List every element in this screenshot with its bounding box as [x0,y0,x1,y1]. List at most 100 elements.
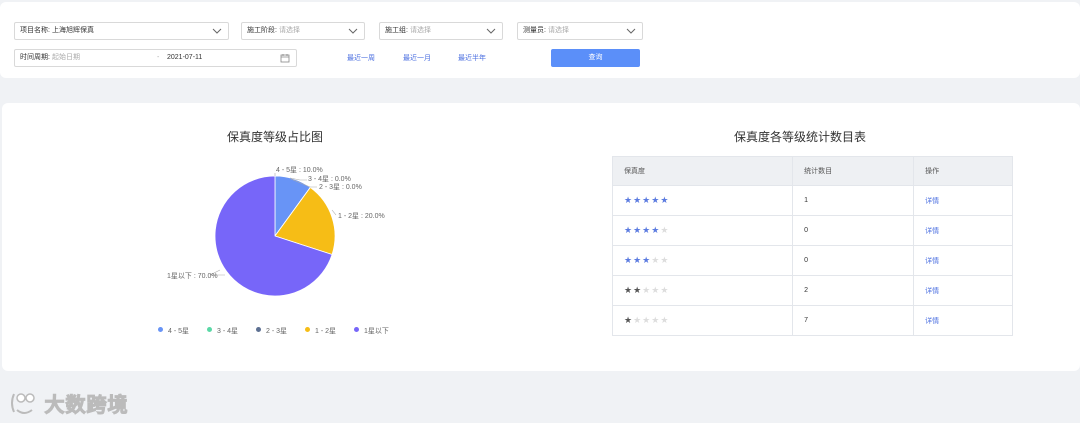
star-rating: ★★★★★ [624,195,669,205]
legend-dot [207,327,212,332]
table-row: ★★★★★ 0 详情 [611,215,1013,246]
detail-link[interactable]: 详情 [925,198,939,205]
pie-label-3-4: 3 - 4星 : 0.0% [308,175,351,183]
period-label: 时间周期: [20,54,50,61]
star-empty-icon: ★ [660,255,670,265]
detail-link[interactable]: 详情 [925,228,939,235]
star-empty-icon: ★ [660,285,670,295]
star-empty-icon: ★ [633,315,643,325]
star-filled-icon: ★ [624,225,634,235]
legend-item-below-1[interactable]: 1星以下 [354,326,389,336]
detail-link[interactable]: 详情 [925,318,939,325]
group-select[interactable]: 施工组: 请选择 [379,22,503,40]
header-fidelity: 保真度 [611,156,794,186]
legend-label: 1 - 2星 [315,328,337,335]
group-label: 施工组: [385,27,408,34]
legend-dot [158,327,163,332]
pie-label-below-1: 1星以下 : 70.0% [167,272,218,280]
count-cell: 0 [792,215,915,246]
table-row: ★★★★★ 1 详情 [611,185,1013,216]
filter-panel: 项目名称: 上海旭辉保真 施工阶段: 请选择 施工组: 请选择 测量员: 请选择 时间周… [0,2,1080,78]
stage-select[interactable]: 施工阶段: 请选择 [241,22,365,40]
date-range-picker[interactable]: 时间周期: 起始日期 - 2021-07-11 [14,49,297,67]
star-empty-icon: ★ [660,315,670,325]
legend-item-3-4[interactable]: 3 - 4星 [207,326,238,336]
table-title: 保真度各等级统计数目表 [733,130,866,144]
pie-leader-line-3 [331,209,337,216]
last-month-link[interactable]: 最近一月 [403,53,431,63]
group-placeholder: 请选择 [409,27,431,34]
legend-item-4-5[interactable]: 4 - 5星 [158,326,189,336]
legend-dot [305,327,310,332]
stage-placeholder: 请选择 [278,27,300,34]
star-filled-icon: ★ [624,255,634,265]
star-empty-icon: ★ [651,315,661,325]
star-filled-icon: ★ [651,225,661,235]
legend-item-1-2[interactable]: 1 - 2星 [305,326,336,336]
header-action: 操作 [913,156,1013,186]
star-filled-icon: ★ [633,225,643,235]
last-week-link[interactable]: 最近一周 [347,53,375,63]
legend-label: 1星以下 [364,328,389,335]
star-filled-icon: ★ [651,195,661,205]
watermark: 大数跨境 [8,388,128,418]
header-count: 统计数目 [792,156,915,186]
project-select[interactable]: 项目名称: 上海旭辉保真 [14,22,229,40]
star-empty-icon: ★ [642,285,652,295]
chevron-down-icon [212,28,222,34]
table-row: ★★★★★ 0 详情 [611,245,1013,276]
project-label: 项目名称: [20,27,50,34]
stage-label: 施工阶段: [247,27,277,34]
star-empty-icon: ★ [651,285,661,295]
pie-chart: 4 - 5星 : 10.0% 3 - 4星 : 0.0% 2 - 3星 : 0.… [167,166,385,297]
star-rating: ★★★★★ [624,315,669,325]
star-filled-icon: ★ [624,195,634,205]
start-date-placeholder: 起始日期 [51,54,80,61]
date-separator: - [157,54,160,61]
star-filled-icon: ★ [624,315,634,325]
surveyor-label: 测量员: [523,27,546,34]
star-filled-icon: ★ [642,195,652,205]
star-rating: ★★★★★ [624,285,669,295]
count-cell: 1 [792,185,915,216]
pie-chart-title: 保真度等级占比图 [226,130,323,144]
watermark-text: 大数跨境 [44,394,129,417]
project-value: 上海旭辉保真 [51,27,94,34]
legend-label: 3 - 4星 [217,328,239,335]
legend-dot [256,327,261,332]
query-button[interactable]: 查询 [551,49,640,67]
table-row: ★★★★★ 2 详情 [611,275,1013,306]
stats-table: 保真度 统计数目 操作 ★★★★★ 1 详情 ★★★★★ 0 详情 ★★★★★ … [611,156,1013,336]
chevron-down-icon [626,28,636,34]
star-empty-icon: ★ [660,225,670,235]
star-empty-icon: ★ [642,315,652,325]
surveyor-select[interactable]: 测量员: 请选择 [517,22,643,40]
calendar-icon[interactable] [280,53,290,63]
count-cell: 7 [792,305,915,336]
legend-label: 2 - 3星 [266,328,288,335]
last-half-year-link[interactable]: 最近半年 [458,53,486,63]
chevron-down-icon [486,28,496,34]
chevron-down-icon [348,28,358,34]
table-header-row: 保真度 统计数目 操作 [611,156,1013,186]
detail-link[interactable]: 详情 [925,288,939,295]
star-rating: ★★★★★ [624,225,669,235]
count-cell: 0 [792,245,915,276]
pie-label-4-5: 4 - 5星 : 10.0% [276,166,323,174]
star-filled-icon: ★ [633,255,643,265]
detail-link[interactable]: 详情 [925,258,939,265]
star-rating: ★★★★★ [624,255,669,265]
star-filled-icon: ★ [633,195,643,205]
pie-label-2-3: 2 - 3星 : 0.0% [319,183,362,191]
legend-item-2-3[interactable]: 2 - 3星 [256,326,287,336]
count-cell: 2 [792,275,915,306]
watermark-logo-icon [11,393,35,414]
surveyor-placeholder: 请选择 [547,27,569,34]
end-date-value: 2021-07-11 [167,54,203,61]
star-filled-icon: ★ [642,255,652,265]
star-filled-icon: ★ [633,285,643,295]
legend-label: 4 - 5星 [168,328,190,335]
star-filled-icon: ★ [642,225,652,235]
pie-label-1-2: 1 - 2星 : 20.0% [338,212,385,220]
star-filled-icon: ★ [624,285,634,295]
